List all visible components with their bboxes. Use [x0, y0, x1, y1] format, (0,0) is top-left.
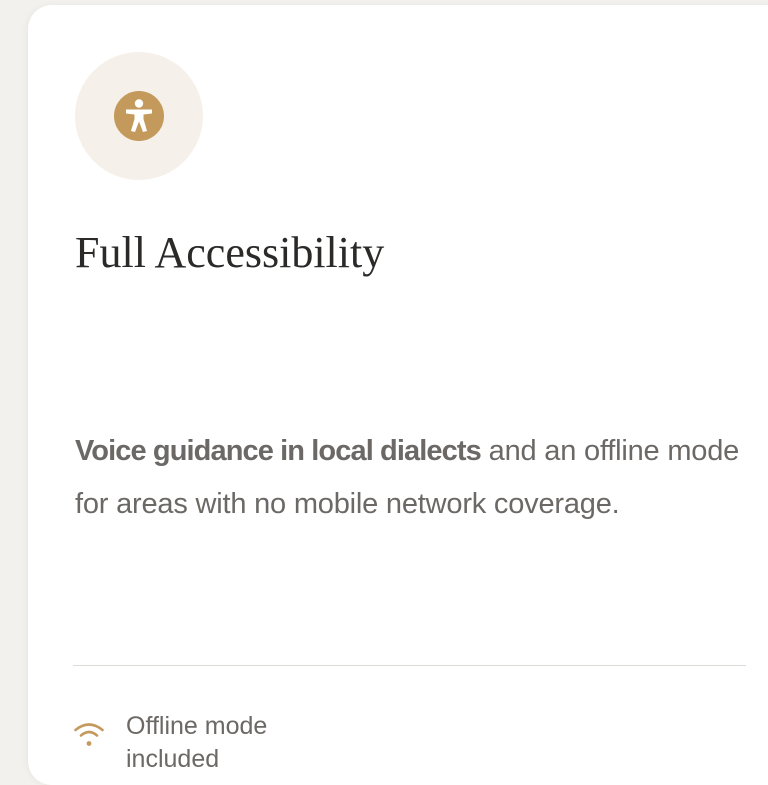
feature-card: Full Accessibility Voice guidance in loc… [28, 5, 768, 785]
card-description: Voice guidance in local dialects and an … [75, 425, 765, 531]
wifi-icon [74, 723, 104, 746]
card-title: Full Accessibility [75, 228, 385, 277]
description-highlight: Voice guidance in local dialects [75, 435, 482, 467]
footer-label: Offline mode included [126, 712, 268, 773]
accessibility-icon [114, 91, 164, 141]
icon-badge [75, 52, 203, 180]
divider [73, 665, 746, 666]
